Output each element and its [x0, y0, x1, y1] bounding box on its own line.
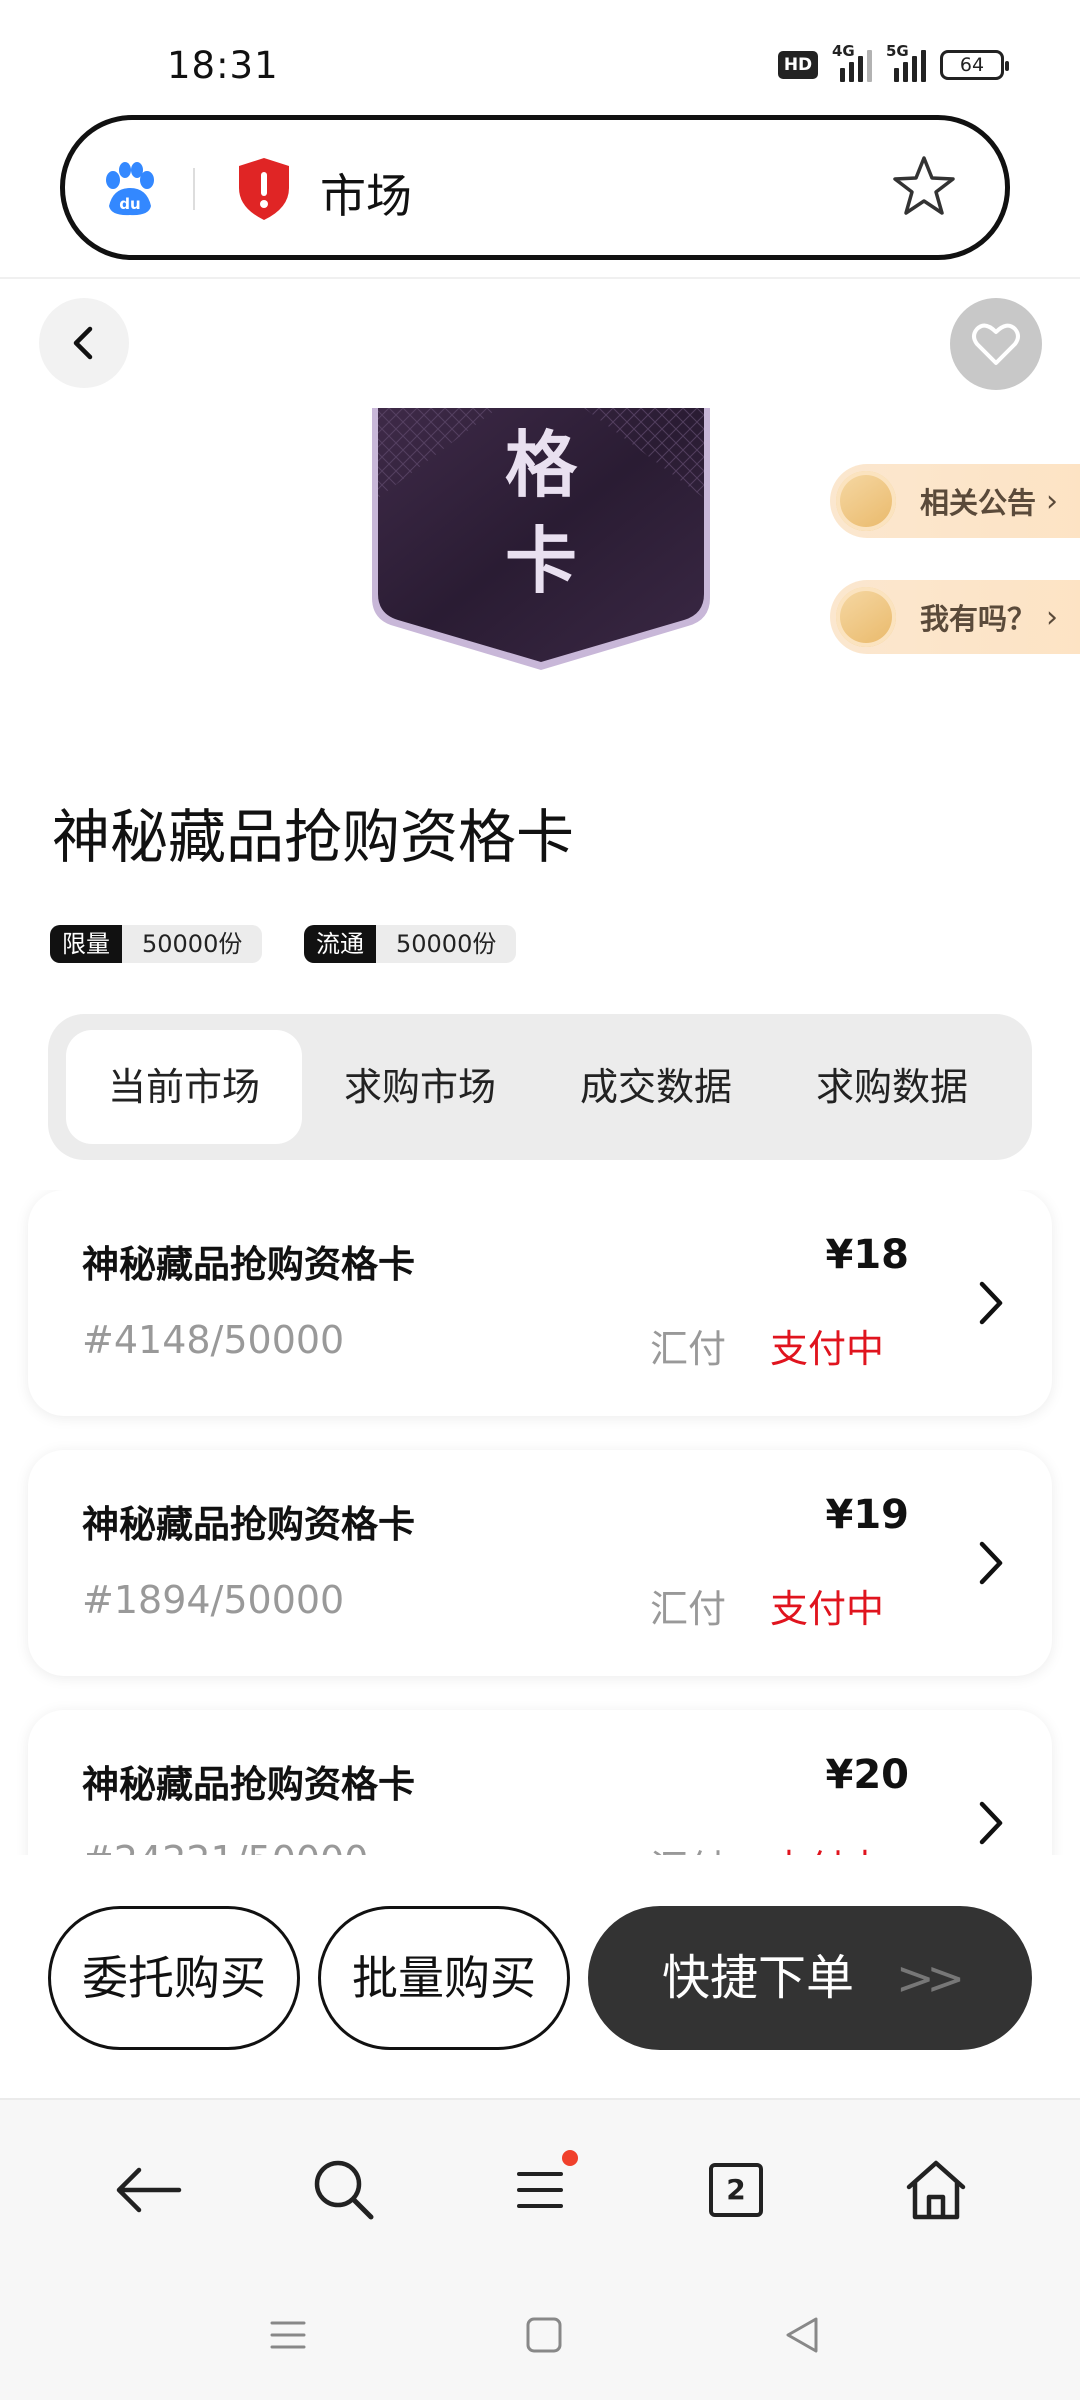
double-chevron-right-icon: >>	[896, 1951, 965, 2005]
listing-list[interactable]: 神秘藏品抢购资格卡 ¥18 #4148/50000 汇付 支付中 神秘藏品抢购资…	[0, 1190, 1080, 1855]
tag-key: 限量	[50, 925, 122, 963]
system-recents-button[interactable]	[258, 2310, 318, 2360]
system-home-button[interactable]	[514, 2310, 574, 2360]
limit-tag: 限量 50000份	[50, 925, 263, 963]
announcements-pill[interactable]: 相关公告 ›	[830, 464, 1080, 538]
home-icon	[906, 2160, 966, 2220]
product-title: 神秘藏品抢购资格卡	[52, 803, 575, 871]
status-time: 18:31	[167, 44, 279, 87]
triangle-back-icon	[786, 2317, 818, 2353]
tab-buy-request-data[interactable]: 求购数据	[774, 1030, 1010, 1144]
svg-text:du: du	[119, 195, 140, 213]
listing-name: 神秘藏品抢购资格卡	[82, 1243, 415, 1286]
tag-value: 50000份	[142, 930, 243, 958]
quick-order-button[interactable]: 快捷下单 >>	[588, 1906, 1032, 2050]
tab-buy-request-market[interactable]: 求购市场	[302, 1030, 538, 1144]
recents-icon	[270, 2321, 306, 2349]
listing-payment: 汇付	[650, 1838, 726, 1855]
collectible-card-image: 资 格 卡	[372, 408, 710, 670]
browser-url-bar[interactable]: du 市场	[60, 115, 1010, 260]
circulation-tag: 流通 50000份	[304, 925, 517, 963]
tab-transaction-data[interactable]: 成交数据	[538, 1030, 774, 1144]
tag-value: 50000份	[396, 930, 497, 958]
listing-name: 神秘藏品抢购资格卡	[82, 1503, 415, 1546]
listing-status: 支付中	[770, 1838, 884, 1855]
chevron-left-icon	[73, 326, 93, 360]
heart-icon	[972, 323, 1020, 365]
star-icon[interactable]	[889, 152, 959, 222]
battery-icon: 64	[940, 50, 1009, 80]
browser-back-button[interactable]	[108, 2150, 188, 2230]
chevron-right-icon	[979, 1281, 1003, 1325]
listing-serial: #24221/50000	[82, 1838, 368, 1855]
system-back-button[interactable]	[772, 2310, 832, 2360]
url-divider	[193, 168, 195, 210]
signal-5g-icon: 5G	[886, 42, 926, 82]
listing-payment: 汇付	[650, 1587, 727, 1631]
listing-payment: 汇付	[650, 1327, 727, 1371]
do-i-have-pill[interactable]: 我有吗？ ›	[830, 580, 1080, 654]
listing-item[interactable]: 神秘藏品抢购资格卡 ¥19 #1894/50000 汇付 支付中	[28, 1450, 1052, 1676]
listing-serial: #1894/50000	[82, 1578, 345, 1622]
entrust-buy-button[interactable]: 委托购买	[48, 1906, 300, 2050]
browser-home-button[interactable]	[896, 2150, 976, 2230]
listing-price: ¥20	[825, 1752, 910, 1798]
tab-count-icon: 2	[709, 2163, 763, 2217]
signal-4g-icon: 4G	[832, 42, 872, 82]
do-i-have-label: 我有吗？	[920, 602, 1037, 636]
tab-current-market[interactable]: 当前市场	[66, 1030, 302, 1144]
arrow-left-icon	[116, 2167, 182, 2213]
batch-buy-button[interactable]: 批量购买	[318, 1906, 570, 2050]
baidu-logo-icon[interactable]: du	[99, 158, 159, 218]
card-text-line-2: 格	[505, 423, 578, 507]
favorite-button[interactable]	[950, 298, 1042, 390]
quick-order-label: 快捷下单	[662, 1950, 855, 2006]
back-button[interactable]	[39, 298, 129, 388]
status-bar: 18:31 HD 4G 5G 64	[0, 0, 1080, 115]
listing-status: 支付中	[770, 1587, 885, 1631]
chevron-right-icon: ›	[1046, 599, 1059, 635]
market-tabs: 当前市场 求购市场 成交数据 求购数据	[48, 1014, 1032, 1160]
status-icons: HD 4G 5G 64	[778, 42, 1009, 82]
listing-price: ¥19	[825, 1492, 910, 1538]
listing-name: 神秘藏品抢购资格卡	[82, 1763, 415, 1806]
magnifier-icon	[836, 587, 896, 647]
security-warning-icon[interactable]	[235, 156, 293, 222]
notification-dot	[562, 2150, 578, 2166]
chevron-right-icon	[979, 1541, 1003, 1585]
listing-status: 支付中	[770, 1327, 885, 1371]
hd-icon: HD	[778, 51, 818, 79]
url-title[interactable]: 市场	[320, 160, 412, 226]
listing-price: ¥18	[825, 1232, 910, 1278]
square-home-icon	[526, 2317, 562, 2353]
card-text-line-3: 卡	[505, 519, 577, 603]
announcements-label: 相关公告	[920, 486, 1037, 520]
chevron-right-icon: ›	[1046, 483, 1059, 519]
chevron-right-icon	[979, 1801, 1003, 1845]
browser-tabs-button[interactable]: 2	[696, 2150, 776, 2230]
listing-item[interactable]: 神秘藏品抢购资格卡 ¥18 #4148/50000 汇付 支付中	[28, 1190, 1052, 1416]
notice-icon	[836, 471, 896, 531]
system-navigation-bar	[0, 2270, 1080, 2400]
listing-item[interactable]: 神秘藏品抢购资格卡 ¥20 #24221/50000 汇付 支付中	[28, 1710, 1052, 1855]
search-icon	[314, 2160, 374, 2220]
tag-key: 流通	[304, 925, 376, 963]
card-text-line-1: 资	[505, 408, 577, 417]
divider	[0, 277, 1080, 279]
browser-search-button[interactable]	[304, 2150, 384, 2230]
browser-menu-button[interactable]	[500, 2150, 580, 2230]
listing-serial: #4148/50000	[82, 1318, 345, 1362]
menu-icon	[517, 2172, 563, 2208]
